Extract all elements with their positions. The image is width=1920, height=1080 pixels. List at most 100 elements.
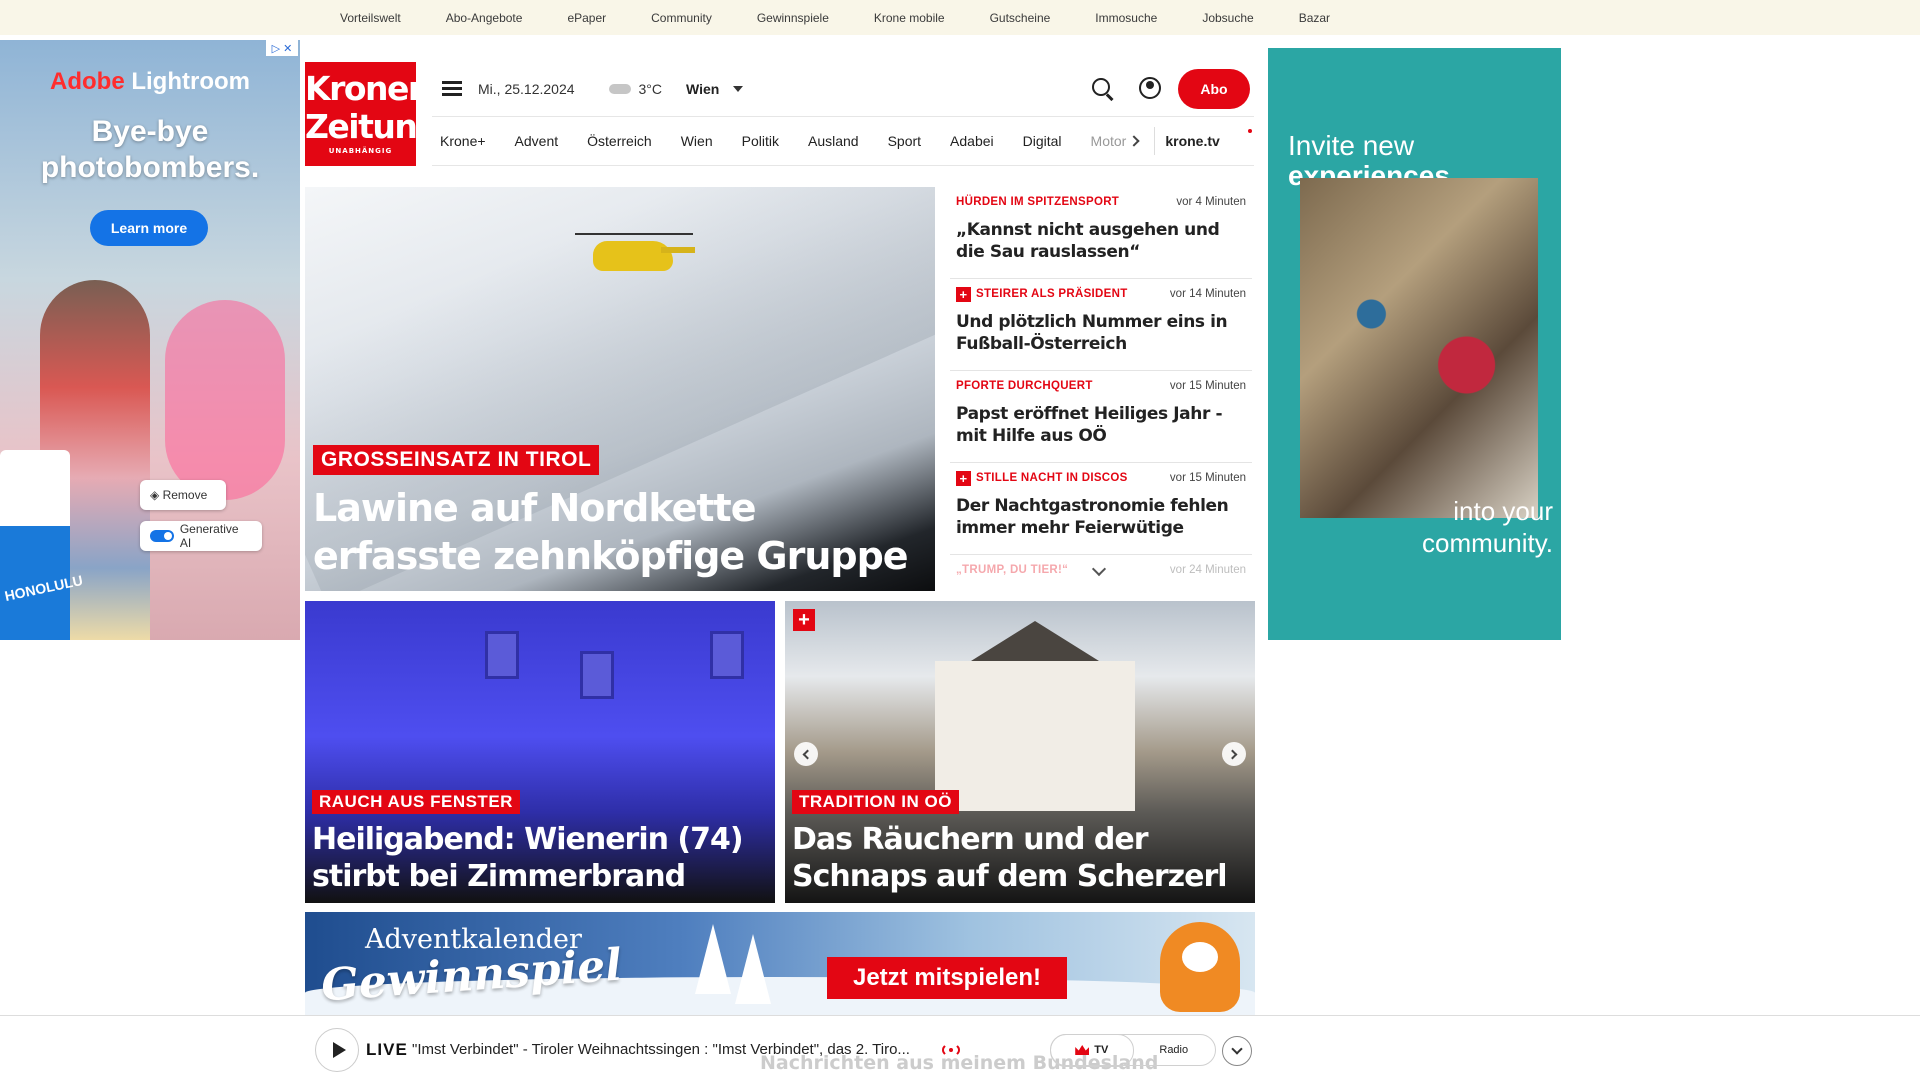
ad-remove-pill: ◈ Remove xyxy=(140,480,226,510)
left-skyscraper-ad[interactable]: ▷ ✕ Adobe Lightroom Bye-bye photobombers… xyxy=(0,40,300,640)
utility-link-bazar[interactable]: Bazar xyxy=(1299,11,1330,25)
krone-plus-icon: + xyxy=(956,286,971,302)
krone-plus-icon: + xyxy=(956,470,971,486)
news-item[interactable]: PFORTE DURCHQUERT vor 15 Minuten Papst er… xyxy=(950,371,1252,463)
city-selector[interactable]: Wien xyxy=(686,81,719,97)
tab-politik[interactable]: Politik xyxy=(742,133,779,149)
tv-radio-switch[interactable]: TV Radio xyxy=(1049,1033,1216,1067)
live-dot-icon xyxy=(1248,129,1252,133)
broadcast-icon xyxy=(942,1043,960,1057)
article-card-fire[interactable]: RAUCH AUS FENSTER Heiligabend: Wienerin … xyxy=(305,601,775,903)
utility-link-jobsuche[interactable]: Jobsuche xyxy=(1202,11,1253,25)
caret-down-icon[interactable] xyxy=(733,86,744,92)
abo-button[interactable]: Abo xyxy=(1178,69,1250,109)
news-time: vor 24 Minuten xyxy=(1169,564,1246,576)
news-kicker: + STILLE NACHT IN DISCOS xyxy=(956,470,1128,486)
utility-links: Vorteilswelt Abo-Angebote ePaper Communi… xyxy=(340,0,1375,35)
ad-learn-more-button[interactable]: Learn more xyxy=(90,210,208,246)
card-kicker: TRADITION IN OÖ xyxy=(792,790,959,814)
play-icon xyxy=(332,1042,346,1058)
tab-krone-plus[interactable]: Krone+ xyxy=(440,133,486,149)
utility-link-epaper[interactable]: ePaper xyxy=(567,11,606,25)
utility-link-krone-mobile[interactable]: Krone mobile xyxy=(874,11,945,25)
header-bar: Mi., 25.12.2024 3°C Wien Abo xyxy=(432,68,1252,110)
krone-tv-link[interactable]: krone.tv xyxy=(1165,133,1219,149)
hero-article[interactable]: GROSSEINSATZ IN TIROL Lawine auf Nordket… xyxy=(305,187,935,591)
card-title[interactable]: Heiligabend: Wienerin (74) stirbt bei Zi… xyxy=(312,821,762,895)
play-button[interactable] xyxy=(315,1028,359,1072)
carousel-prev-button[interactable] xyxy=(794,742,818,766)
article-card-tradition[interactable]: + TRADITION IN OÖ Das Räuchern und der S… xyxy=(785,601,1255,903)
house-image xyxy=(935,661,1135,811)
chevron-right-icon[interactable] xyxy=(1128,135,1141,147)
news-item[interactable]: + STILLE NACHT IN DISCOS vor 15 Minuten De… xyxy=(950,463,1252,555)
utility-link-community[interactable]: Community xyxy=(651,11,712,25)
building-window-image xyxy=(485,631,519,679)
tab-wien[interactable]: Wien xyxy=(681,133,713,149)
news-item[interactable]: + STEIRER ALS PRÄSIDENT vor 14 Minuten Und… xyxy=(950,279,1252,371)
latest-news-list: HÜRDEN IM SPITZENSPORT vor 4 Minuten „Kan… xyxy=(950,187,1252,589)
fox-icon xyxy=(1160,922,1240,1012)
krone-plus-icon: + xyxy=(793,609,815,631)
news-time: vor 15 Minuten xyxy=(1169,472,1246,484)
ad-generative-ai-pill: Generative AI xyxy=(140,521,262,551)
ad-right-line1: Invite new xyxy=(1288,130,1415,161)
crown-icon xyxy=(1075,1045,1090,1055)
advent-banner[interactable]: Adventkalender Gewinnspiel Jetzt mitspie… xyxy=(305,912,1255,1017)
news-time: vor 14 Minuten xyxy=(1169,288,1246,300)
expand-player-button[interactable] xyxy=(1222,1036,1252,1066)
tree-icon xyxy=(735,934,771,1004)
utility-link-immosuche[interactable]: Immosuche xyxy=(1095,11,1157,25)
carousel-next-button[interactable] xyxy=(1222,742,1246,766)
advent-cta-button[interactable]: Jetzt mitspielen! xyxy=(827,957,1067,999)
utility-link-vorteilswelt[interactable]: Vorteilswelt xyxy=(340,11,401,25)
hero-title[interactable]: Lawine auf Nordkette erfasste zehnköpfig… xyxy=(313,484,913,580)
news-kicker: „TRUMP, DU TIER!“ xyxy=(956,564,1069,576)
user-account-icon[interactable] xyxy=(1139,77,1161,99)
tab-motor[interactable]: Motor xyxy=(1091,133,1127,149)
live-stream-title[interactable]: "Imst Verbindet" - Tiroler Weihnachtssin… xyxy=(412,1041,910,1058)
ad-right-photo xyxy=(1300,178,1538,518)
radio-toggle[interactable]: Radio xyxy=(1133,1035,1216,1065)
tv-toggle[interactable]: TV xyxy=(1049,1033,1134,1067)
utility-link-gutscheine[interactable]: Gutscheine xyxy=(990,11,1051,25)
toggle-icon xyxy=(150,530,174,542)
tab-ausland[interactable]: Ausland xyxy=(808,133,859,149)
ad-right-line3: into your xyxy=(1453,496,1553,526)
building-window-image xyxy=(710,631,744,679)
nav-divider xyxy=(1154,127,1156,155)
cloud-icon xyxy=(608,84,631,94)
utility-link-gewinnspiele[interactable]: Gewinnspiele xyxy=(757,11,829,25)
utility-link-abo-angebote[interactable]: Abo-Angebote xyxy=(446,11,523,25)
news-kicker: PFORTE DURCHQUERT xyxy=(956,380,1093,392)
hero-kicker: GROSSEINSATZ IN TIROL xyxy=(313,445,600,475)
tree-icon xyxy=(695,924,731,994)
live-player-bar: Nachrichten aus meinem Bundesland LIVE "… xyxy=(0,1015,1920,1080)
tab-adabei[interactable]: Adabei xyxy=(950,133,994,149)
ad-cup-image: HONOLULU xyxy=(0,450,84,640)
news-headline[interactable]: Papst eröffnet Heiliges Jahr - mit Hilfe… xyxy=(956,403,1246,447)
news-headline[interactable]: Der Nachtgastronomie fehlen immer mehr F… xyxy=(956,495,1246,539)
right-skyscraper-ad[interactable]: Invite new experiences into your communi… xyxy=(1268,48,1561,640)
tab-digital[interactable]: Digital xyxy=(1023,133,1062,149)
tab-advent[interactable]: Advent xyxy=(515,133,559,149)
news-headline[interactable]: „Kannst nicht ausgehen und die Sau rausl… xyxy=(956,219,1246,263)
eraser-icon: ◈ xyxy=(150,488,163,502)
ad-headline: Bye-bye photobombers. xyxy=(40,115,260,184)
kronen-zeitung-logo[interactable]: Kronen Zeitung UNABHÄNGIG xyxy=(305,62,440,166)
card-kicker: RAUCH AUS FENSTER xyxy=(312,790,520,814)
hamburger-menu-icon[interactable] xyxy=(442,81,464,97)
news-headline[interactable]: Und plötzlich Nummer eins in Fußball-Öst… xyxy=(956,311,1246,355)
news-time: vor 15 Minuten xyxy=(1169,380,1246,392)
ad-choices-icon[interactable]: ▷ ✕ xyxy=(266,40,298,56)
ad-right-line4: community. xyxy=(1422,528,1553,558)
helicopter-image xyxy=(575,227,695,282)
card-title[interactable]: Das Räuchern und der Schnaps auf dem Sch… xyxy=(792,821,1242,895)
top-utility-bar: Vorteilswelt Abo-Angebote ePaper Communi… xyxy=(0,0,1920,35)
tab-oesterreich[interactable]: Österreich xyxy=(587,133,652,149)
tab-sport[interactable]: Sport xyxy=(888,133,921,149)
ad-brand: Adobe Lightroom xyxy=(50,68,250,95)
news-kicker: + STEIRER ALS PRÄSIDENT xyxy=(956,286,1128,302)
search-icon[interactable] xyxy=(1092,78,1110,96)
news-item[interactable]: HÜRDEN IM SPITZENSPORT vor 4 Minuten „Kan… xyxy=(950,187,1252,279)
